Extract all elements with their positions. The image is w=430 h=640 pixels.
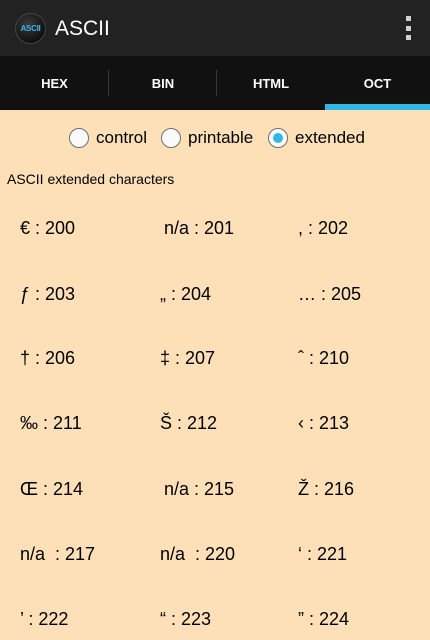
tab-label: OCT [363, 75, 392, 91]
radio-label: extended [295, 128, 365, 147]
grid-cell: Š : 212 [160, 413, 218, 433]
tab-label: HEX [41, 75, 68, 91]
grid-cell: Œ : 214 [20, 479, 84, 499]
grid-cell: † : 206 [20, 348, 76, 368]
app-bar: ASCII ASCII [0, 0, 430, 56]
radio-label: printable [188, 128, 254, 147]
radio-extended[interactable]: extended [268, 126, 365, 150]
tab-bar: HEX BIN HTML OCT [0, 56, 430, 110]
tab-hex[interactable]: HEX [0, 56, 109, 110]
tab-bin[interactable]: BIN [109, 56, 217, 110]
overflow-menu-icon[interactable] [404, 16, 412, 40]
grid-cell: n/a : 220 [160, 544, 236, 564]
grid-cell: , : 202 [298, 218, 349, 238]
grid-cell: ‡ : 207 [160, 348, 216, 368]
radio-label: control [96, 128, 148, 147]
radio-button[interactable] [69, 128, 89, 148]
grid-cell: n/a : 201 [164, 218, 235, 238]
tab-oct[interactable]: OCT [325, 56, 430, 110]
tab-html[interactable]: HTML [217, 56, 325, 110]
grid-cell: … : 205 [298, 284, 362, 304]
radio-button[interactable] [161, 128, 181, 148]
grid-cell: € : 200 [20, 218, 76, 238]
grid-cell: Ž : 216 [298, 479, 355, 499]
tab-label: BIN [151, 75, 175, 91]
radio-control[interactable]: control [69, 126, 147, 150]
tab-label: HTML [252, 75, 290, 91]
grid-cell: ƒ : 203 [20, 284, 76, 304]
app-title: ASCII [55, 17, 110, 40]
grid-cell: ‹ : 213 [298, 413, 350, 433]
radio-button[interactable] [268, 128, 288, 148]
grid-cell: „ : 204 [160, 284, 212, 304]
radio-printable[interactable]: printable [161, 126, 253, 150]
grid-cell: n/a : 217 [20, 544, 96, 564]
character-set-radio-group: control printable extended [0, 126, 430, 150]
app-logo-icon: ASCII [15, 13, 46, 44]
grid-cell: ” : 224 [298, 609, 350, 629]
grid-cell: ˆ : 210 [298, 348, 350, 368]
section-title: ASCII extended characters [7, 171, 175, 187]
grid-cell: “ : 223 [160, 609, 212, 629]
grid-cell: n/a : 215 [164, 479, 235, 499]
app-logo-text: ASCII [20, 24, 41, 33]
grid-cell: ‘ : 221 [298, 544, 348, 564]
grid-cell: ’ : 222 [20, 609, 69, 629]
grid-cell: ‰ : 211 [20, 413, 82, 433]
active-tab-indicator [325, 104, 430, 110]
